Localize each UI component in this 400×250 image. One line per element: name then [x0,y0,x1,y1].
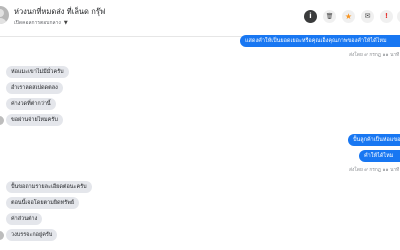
trash-icon: 🗑 [325,12,334,20]
star-button[interactable]: ★ [342,10,355,23]
info-icon: i [309,12,312,20]
conversation-status[interactable]: เปิดคอลการตอบกลาง ▼ [14,19,68,27]
mail-icon: ✉ [364,12,371,20]
message-timestamp: ส่งโดย ๙ กรกฎ ๑๑ นาที [349,53,400,58]
sender-avatar [0,231,4,240]
sender-avatar [0,116,4,125]
incoming-message[interactable]: อำเราลดสเปดดตลง [6,82,63,94]
star-icon: ★ [344,11,353,21]
incoming-message[interactable]: ตอนนี้เจอโดยตามยิดทรัพย์ [6,197,80,209]
incoming-message[interactable]: วงบรรจะกอยู่ครับ [6,229,58,241]
delete-button[interactable]: 🗑 [323,10,336,23]
mail-button[interactable]: ✉ [361,10,374,23]
contact-avatar[interactable] [0,6,9,24]
incoming-message[interactable]: ห่อแมะเขาไม่มีมั่วครับ [6,66,69,78]
incoming-message[interactable]: ค่างวดที่ต่ากว่านี้ [6,98,56,110]
message-timestamp: ส่งโดย ๙ กรกฎ ๑๑ นาที [349,168,400,173]
report-button[interactable]: ! [380,10,393,23]
outgoing-message[interactable]: แสดงคำให้เป็นยอดเยอะหรือคุณเอ็งคุณภาพของ… [240,35,400,47]
report-icon: ! [384,12,389,20]
outgoing-message[interactable]: คำให้ได้ไหม [359,150,400,162]
contact-name[interactable]: ห่วงนกที่หมดส่ง ที่เล็นด กรุ๊ฟ [14,6,105,18]
incoming-message[interactable]: ขอผ่านจ่ายไหมครับ [6,114,63,126]
outgoing-message[interactable]: ปั้นลูกค้าเป็นห่อแขอ [348,134,400,146]
info-button[interactable]: i [304,10,317,23]
chevron-down-icon: ▼ [63,20,68,26]
incoming-message[interactable]: ค่าส่วนต่าง [6,213,43,225]
incoming-message[interactable]: ปั้นขอถามรายละเอียดต่อนะครับ [6,181,92,193]
conversation-header: ห่วงนกที่หมดส่ง ที่เล็นด กรุ๊ฟ เปิดคอลกา… [0,0,400,37]
conversation-status-label: เปิดคอลการตอบกลาง [14,20,61,26]
